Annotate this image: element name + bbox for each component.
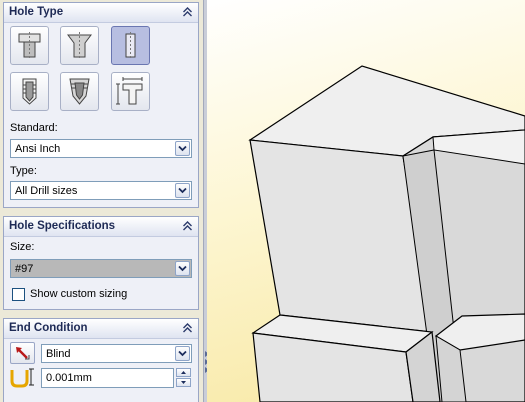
spin-down-icon[interactable] <box>176 378 191 387</box>
hole-specifications-title: Hole Specifications <box>9 220 116 232</box>
type-label: Type: <box>10 165 37 177</box>
show-custom-sizing-checkbox[interactable] <box>12 288 25 301</box>
counterbore-hole-icon <box>18 32 41 60</box>
end-condition-dropdown[interactable]: Blind <box>41 344 192 363</box>
model-geometry <box>248 65 525 402</box>
countersink-hole-icon <box>67 32 92 60</box>
end-condition-title: End Condition <box>9 322 88 334</box>
legacy-hole-button[interactable] <box>111 72 150 111</box>
simple-hole-icon <box>125 32 136 60</box>
end-condition-section: End Condition Blind 0.001mm <box>3 318 199 402</box>
show-custom-sizing-label: Show custom sizing <box>30 288 128 300</box>
collapse-chevron-icon[interactable] <box>182 220 193 231</box>
size-value: #97 <box>15 263 34 275</box>
hole-type-title: Hole Type <box>9 6 64 18</box>
property-manager-panel: Hole Type Standard: Ansi Inch Type: All … <box>0 0 203 402</box>
hole-specifications-section: Hole Specifications Size: #97 Show custo… <box>3 216 199 310</box>
reverse-direction-icon <box>16 347 30 360</box>
collapse-chevron-icon[interactable] <box>182 322 193 333</box>
tapped-hole-button[interactable] <box>10 72 49 111</box>
chevron-down-icon[interactable] <box>175 141 190 156</box>
type-value: All Drill sizes <box>15 185 78 197</box>
hole-specifications-header[interactable]: Hole Specifications <box>4 217 198 237</box>
simple-hole-button[interactable] <box>111 26 150 65</box>
tapped-hole-icon <box>22 78 37 105</box>
chevron-down-icon[interactable] <box>175 346 190 361</box>
chevron-down-icon[interactable] <box>175 261 190 276</box>
hole-type-header[interactable]: Hole Type <box>4 3 198 23</box>
size-label: Size: <box>10 241 35 253</box>
reverse-direction-button[interactable] <box>10 342 35 364</box>
end-condition-value: Blind <box>46 348 71 360</box>
depth-input[interactable]: 0.001mm <box>41 368 174 388</box>
legacy-hole-icon <box>116 77 143 105</box>
pipe-tap-hole-button[interactable] <box>60 72 99 111</box>
chevron-down-icon[interactable] <box>175 183 190 198</box>
size-dropdown[interactable]: #97 <box>10 259 192 278</box>
countersink-hole-button[interactable] <box>60 26 99 65</box>
depth-icon <box>10 367 35 389</box>
depth-spinner[interactable] <box>176 368 192 388</box>
depth-value: 0.001mm <box>46 372 92 384</box>
counterbore-hole-button[interactable] <box>10 26 49 65</box>
standard-value: Ansi Inch <box>15 143 61 155</box>
end-condition-header[interactable]: End Condition <box>4 319 198 339</box>
graphics-viewport[interactable] <box>207 0 525 402</box>
type-dropdown[interactable]: All Drill sizes <box>10 181 192 200</box>
standard-label: Standard: <box>10 122 58 134</box>
pipe-tap-hole-icon <box>69 78 90 105</box>
standard-dropdown[interactable]: Ansi Inch <box>10 139 192 158</box>
spin-up-icon[interactable] <box>176 368 191 377</box>
collapse-chevron-icon[interactable] <box>182 6 193 17</box>
hole-type-section: Hole Type Standard: Ansi Inch Type: All … <box>3 2 199 208</box>
